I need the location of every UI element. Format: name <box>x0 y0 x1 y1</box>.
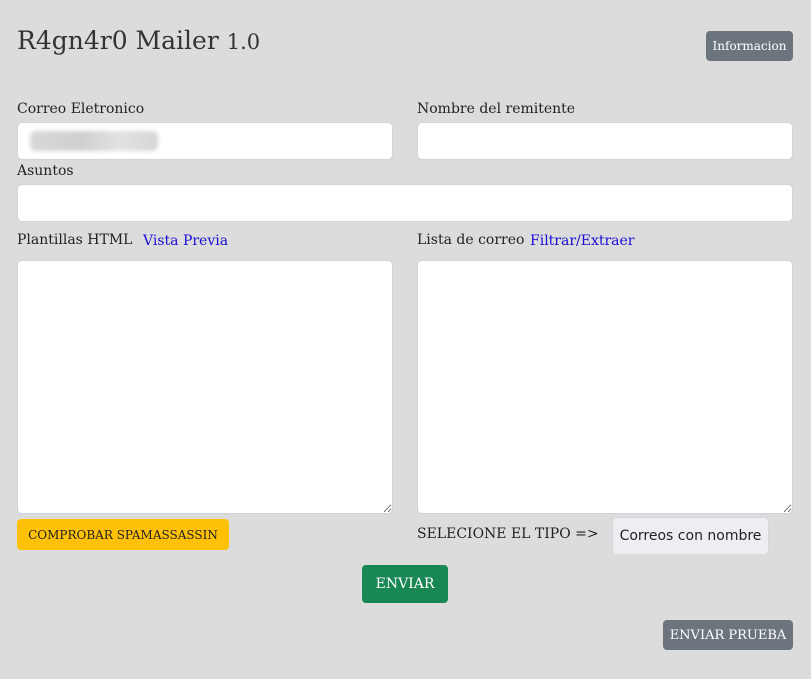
subject-label: Asuntos <box>17 163 74 179</box>
template-label: Plantillas HTML <box>17 232 133 248</box>
email-field[interactable] <box>17 122 393 160</box>
app-name: R4gn4r0 Mailer <box>17 26 219 55</box>
subject-field[interactable] <box>17 184 793 222</box>
send-test-button[interactable]: ENVIAR PRUEBA <box>663 620 793 650</box>
app-version: 1.0 <box>226 30 261 54</box>
send-button[interactable]: ENVIAR <box>362 565 448 603</box>
html-template-textarea[interactable] <box>17 260 393 514</box>
select-type-label: SELECIONE EL TIPO => <box>417 526 599 542</box>
mail-type-selected: Correos con nombre <box>619 528 762 544</box>
info-button[interactable]: Informacion <box>706 31 793 61</box>
filter-extract-link[interactable]: Filtrar/Extraer <box>530 233 635 249</box>
sender-label: Nombre del remitente <box>417 101 576 117</box>
mail-list-label: Lista de correo <box>417 232 525 248</box>
mail-list-textarea[interactable] <box>417 260 793 514</box>
sender-name-field[interactable] <box>417 122 793 160</box>
email-label: Correo Eletronico <box>17 101 145 117</box>
page-title: R4gn4r0 Mailer 1.0 <box>17 26 260 55</box>
preview-link[interactable]: Vista Previa <box>143 233 228 249</box>
spamassassin-check-button[interactable]: COMPROBAR SPAMASSASSIN <box>17 519 229 550</box>
email-value-redacted <box>30 131 158 151</box>
mail-type-select[interactable]: Correos con nombre <box>612 517 769 555</box>
